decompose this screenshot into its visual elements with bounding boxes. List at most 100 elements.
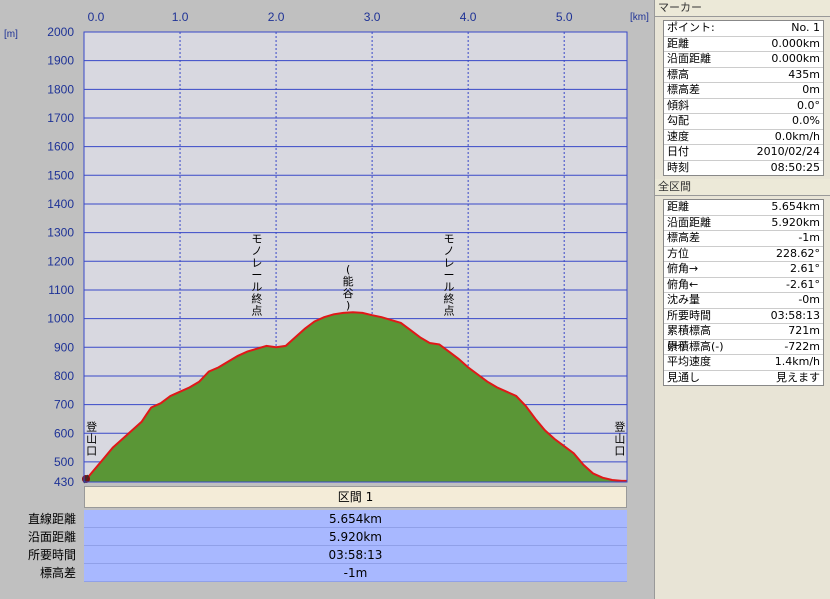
row-value: 0.000km (771, 36, 820, 50)
marker-row-date: 日付 2010/02/24 (664, 145, 823, 161)
row-value: 5.920km (771, 215, 820, 229)
row-key: 傾斜 (667, 98, 689, 112)
full-row-bearing: 方位 228.62° (664, 246, 823, 262)
stat-value-surface-distance: 5.920km (84, 528, 627, 546)
y-tick-label: 1100 (48, 283, 74, 297)
row-value: 見えます (776, 370, 820, 384)
stat-value-elapsed-time: 03:58:13 (84, 546, 627, 564)
row-value: 228.62° (776, 246, 820, 260)
row-key: 俯角← (667, 277, 699, 291)
y-tick-label: 430 (54, 475, 74, 486)
stats-values: 5.654km 5.920km 03:58:13 -1m (84, 510, 627, 582)
full-row-elapsed-time: 所要時間 03:58:13 (664, 308, 823, 324)
y-tick-label: 1500 (47, 168, 74, 182)
row-key: 沿面距離 (667, 215, 711, 229)
full-row-cumulative-down: 累積標高(-) -722m (664, 339, 823, 355)
y-tick-label: 1300 (47, 226, 74, 240)
stat-value-straight-distance: 5.654km (84, 510, 627, 528)
y-tick-label: 600 (54, 426, 74, 440)
row-value: 1.4km/h (774, 355, 820, 368)
annotation-char: 点 (443, 305, 454, 318)
row-value: -722m (784, 339, 820, 353)
annotation-char: 終 (251, 292, 262, 306)
annotation-char: 口 (614, 444, 625, 457)
full-row-sink: 沈み量 -0m (664, 293, 823, 309)
row-value: 0.0° (797, 98, 820, 112)
y-tick-label: 1800 (47, 82, 74, 96)
row-value: 435m (788, 67, 820, 81)
stats-labels: 直線距離 沿面距離 所要時間 標高差 (0, 510, 84, 582)
x-tick-label: 3.0 (364, 10, 381, 24)
elevation-chart: 2000 1900 1800 1700 1600 1500 1400 1300 1200 1100… (4, 10, 649, 486)
row-value: 0.0km/h (774, 129, 820, 143)
row-value: 5.654km (771, 200, 820, 213)
row-key: 距離 (667, 200, 689, 213)
y-tick-label: 700 (54, 398, 74, 412)
x-tick-label: 5.0 (556, 10, 573, 24)
x-tick-label: 0.0 (88, 10, 105, 24)
y-tick-label: 1700 (47, 111, 74, 125)
row-key: 沿面距離 (667, 52, 711, 65)
row-key: 時刻 (667, 160, 689, 174)
row-key: 見通し (667, 370, 700, 384)
marker-table: ポイント: No. 1 距離 0.000km 沿面距離 0.000km 標高 435m … (663, 20, 824, 176)
y-tick-label: 1600 (47, 140, 74, 154)
marker-row-point: ポイント: No. 1 (664, 21, 823, 37)
annotation-char: 能 (343, 274, 354, 288)
x-tick-label: 4.0 (460, 10, 477, 24)
row-value: 0.0% (792, 114, 820, 127)
stat-label-elapsed-time: 所要時間 (27, 548, 76, 562)
row-value: 08:50:25 (770, 160, 820, 174)
row-key: 累積標高(+) (667, 324, 711, 352)
row-value: 03:58:13 (770, 308, 820, 322)
marker-row-speed: 速度 0.0km/h (664, 129, 823, 145)
row-value: No. 1 (791, 21, 820, 34)
row-key: 沈み量 (667, 293, 700, 306)
stat-label-surface-distance: 沿面距離 (27, 530, 76, 544)
full-row-cumulative-up: 累積標高(+) 721m (664, 324, 823, 352)
full-section-table: 距離 5.654km 沿面距離 5.920km 標高差 -1m 方位 228.62° 俯… (663, 199, 824, 386)
row-value: -1m (798, 231, 820, 244)
y-tick-label: 500 (54, 455, 74, 469)
full-row-depression-back: 俯角← -2.61° (664, 277, 823, 293)
x-tick-label: 1.0 (172, 10, 189, 24)
full-row-elevation-diff: 標高差 -1m (664, 231, 823, 247)
section-header[interactable]: 区間 1 (84, 486, 627, 508)
marker-row-time: 時刻 08:50:25 (664, 161, 823, 176)
y-tick-label: 900 (54, 340, 74, 354)
row-value: 2010/02/24 (756, 145, 820, 158)
row-key: 累積標高(-) (667, 339, 724, 353)
stat-label-straight-distance: 直線距離 (27, 512, 76, 526)
row-key: 日付 (667, 145, 689, 158)
section-label: 区間 1 (337, 490, 374, 504)
y-tick-label: 1900 (47, 54, 74, 68)
row-key: ポイント: (667, 21, 715, 34)
annotation-char: 口 (86, 444, 97, 457)
marker-row-surface-distance: 沿面距離 0.000km (664, 52, 823, 68)
full-row-visibility: 見通し 見えます (664, 371, 823, 386)
full-row-distance: 距離 5.654km (664, 200, 823, 216)
stat-value-elevation-diff: -1m (84, 564, 627, 582)
x-tick-label: 2.0 (268, 10, 285, 24)
full-row-average-speed: 平均速度 1.4km/h (664, 355, 823, 371)
marker-panel-title[interactable]: マーカー (655, 0, 830, 17)
row-key: 所要時間 (667, 308, 711, 322)
full-section-panel-title[interactable]: 全区間 (655, 179, 830, 196)
info-sidebar: マーカー ポイント: No. 1 距離 0.000km 沿面距離 0.000km 標高… (654, 0, 830, 599)
row-key: 俯角→ (667, 262, 699, 275)
annotation-char: 登 (86, 419, 97, 433)
row-key: 距離 (667, 36, 689, 50)
row-value: 721m (788, 324, 820, 337)
annotation-char: 終 (443, 292, 454, 306)
full-row-depression-forward: 俯角→ 2.61° (664, 262, 823, 278)
row-value: -2.61° (786, 277, 820, 291)
annotation-char: ) (346, 299, 350, 312)
marker-row-incline: 傾斜 0.0° (664, 98, 823, 114)
row-key: 方位 (667, 246, 689, 260)
x-unit-label: [km] (630, 12, 649, 23)
stat-label-elevation-diff: 標高差 (39, 566, 76, 580)
y-tick-label: 1400 (47, 197, 74, 211)
marker-row-elevation-diff: 標高差 0m (664, 83, 823, 99)
annotation-char: 登 (614, 419, 625, 433)
y-tick-label: 1000 (47, 312, 74, 326)
